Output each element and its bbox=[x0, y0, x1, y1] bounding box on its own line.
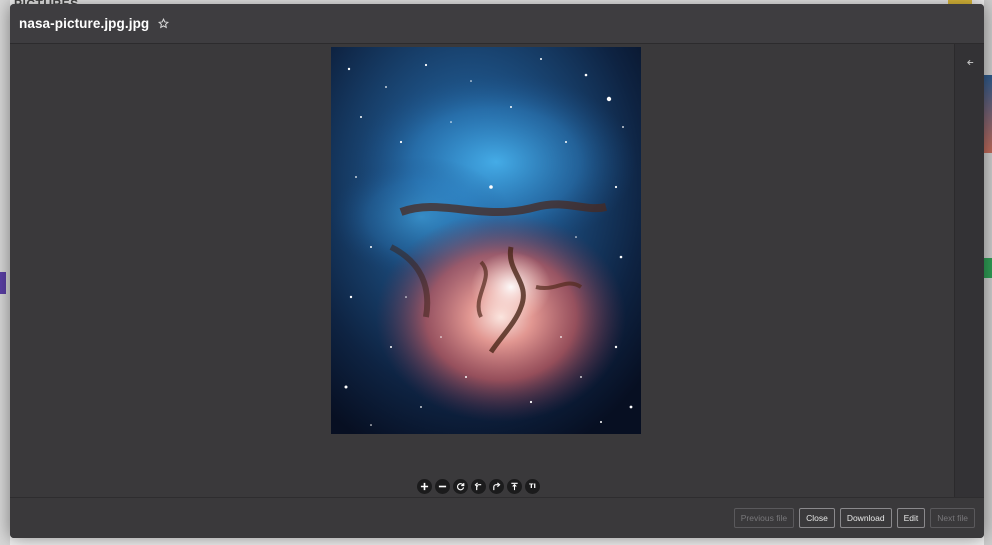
rotate-left-button[interactable] bbox=[471, 478, 486, 494]
previous-file-button[interactable]: Previous file bbox=[733, 508, 795, 528]
download-button[interactable]: Download bbox=[839, 508, 892, 528]
image-viewer: TI bbox=[10, 44, 954, 497]
modal-header: nasa-picture.jpg.jpg bbox=[10, 4, 984, 44]
file-title: nasa-picture.jpg.jpg bbox=[19, 16, 150, 31]
rotate-left-icon bbox=[474, 481, 482, 490]
reset-zoom-button[interactable] bbox=[453, 478, 468, 494]
preview-image bbox=[331, 47, 641, 434]
rotate-right-button[interactable] bbox=[489, 478, 504, 494]
reset-icon bbox=[456, 482, 465, 490]
image-toolbar: TI bbox=[417, 477, 540, 495]
next-file-button[interactable]: Next file bbox=[930, 508, 975, 528]
background-thumbnail bbox=[984, 75, 992, 153]
file-preview-modal: nasa-picture.jpg.jpg TI Previous file Cl… bbox=[10, 4, 984, 538]
edit-button[interactable]: Edit bbox=[896, 508, 926, 528]
background-purple-tab bbox=[0, 272, 6, 294]
star-icon[interactable] bbox=[157, 18, 169, 30]
zoom-out-button[interactable] bbox=[435, 478, 450, 494]
modal-footer: Previous file Close Download Edit Next f… bbox=[10, 497, 984, 538]
flip-icon bbox=[511, 482, 518, 490]
rotate-right-icon bbox=[493, 481, 501, 490]
arrow-left-icon bbox=[966, 59, 973, 65]
zoom-in-button[interactable] bbox=[417, 478, 432, 494]
details-side-panel bbox=[954, 44, 984, 497]
minus-icon bbox=[438, 485, 447, 487]
plus-icon bbox=[420, 482, 429, 490]
nebula-image bbox=[331, 47, 641, 434]
collapse-panel-button[interactable] bbox=[964, 56, 976, 68]
footer-buttons: Previous file Close Download Edit Next f… bbox=[733, 508, 975, 528]
close-button[interactable]: Close bbox=[799, 508, 835, 528]
background-green-button bbox=[984, 258, 992, 278]
text-tool-button[interactable]: TI bbox=[525, 478, 540, 494]
text-icon: TI bbox=[529, 482, 536, 490]
flip-button[interactable] bbox=[507, 478, 522, 494]
